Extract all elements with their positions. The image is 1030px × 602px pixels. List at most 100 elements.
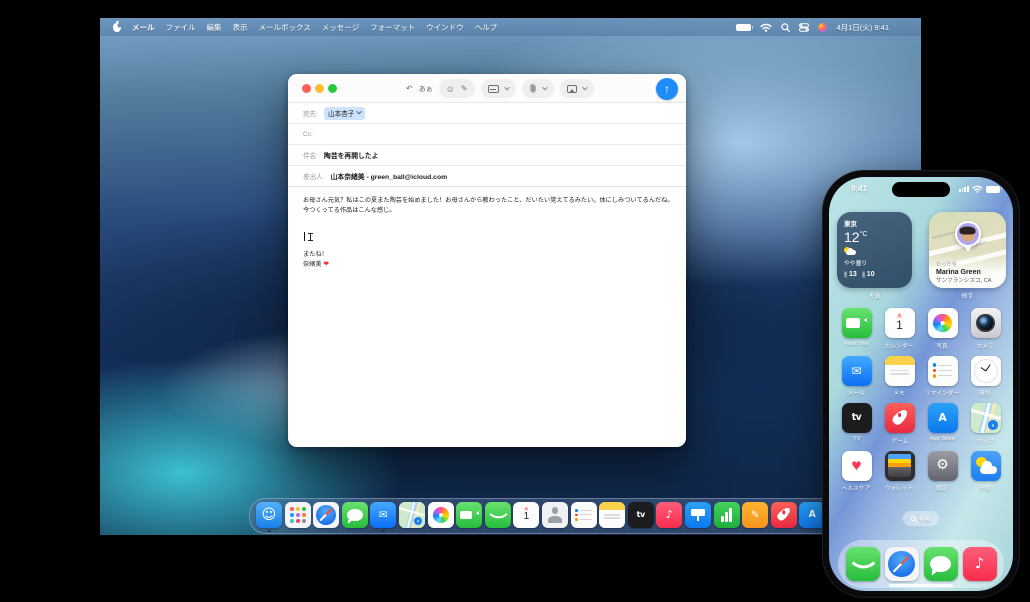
to-label: 宛先:	[303, 108, 318, 118]
menu-item[interactable]: フォーマット	[370, 22, 415, 33]
window-titlebar[interactable]: ↶ あぁ ☺ ✎	[288, 74, 686, 103]
menu-bar-clock[interactable]: 4月1日(火) 9:41	[836, 22, 889, 33]
dock-icon-facetime[interactable]	[456, 501, 482, 531]
subject-value: 陶芸を再開したよ	[324, 150, 378, 160]
iphone-app-health[interactable]: ♥ヘルスケア	[835, 451, 878, 499]
subject-field[interactable]: 件名: 陶芸を再開したよ	[288, 145, 686, 166]
iphone-dock-messages[interactable]	[924, 547, 958, 581]
iphone-app-maps[interactable]: マップ	[964, 403, 1007, 451]
dock-icon-messages[interactable]	[342, 501, 368, 531]
menu-item[interactable]: ファイル	[166, 22, 196, 33]
app-label: 写真	[937, 341, 948, 350]
iphone-dock-safari[interactable]	[885, 547, 919, 581]
iphone-app-clock[interactable]: 時計	[964, 356, 1007, 404]
apple-menu-icon[interactable]	[113, 23, 121, 32]
iphone-app-camera[interactable]: カメラ	[964, 308, 1007, 356]
dock-icon-games[interactable]	[771, 501, 797, 531]
send-button[interactable]: ↑	[656, 78, 678, 100]
iphone-app-reminders[interactable]: リマインダー	[921, 356, 964, 404]
dock-icon-mail[interactable]: ✉	[370, 501, 396, 531]
insert-photo-button[interactable]	[560, 79, 594, 98]
music-app-icon: ♪	[656, 502, 682, 528]
menu-item[interactable]: 表示	[233, 22, 248, 33]
iphone-app-wallet[interactable]: ウォレット	[878, 451, 921, 499]
dock-icon-keynote[interactable]	[685, 501, 711, 531]
messages-app-icon	[342, 502, 368, 528]
close-button[interactable]	[302, 84, 311, 93]
cellular-signal-icon	[959, 186, 969, 193]
dock-icon-contacts[interactable]	[542, 501, 568, 531]
iphone-app-weather[interactable]: 天気	[964, 451, 1007, 499]
message-body[interactable]: お母さん元気？私はこの夏また陶芸を始めました！お母さんから教わったこと、だいたい…	[303, 190, 674, 441]
iphone-app-photos[interactable]: 写真	[921, 308, 964, 356]
iphone-app-settings[interactable]: ⚙設定	[921, 451, 964, 499]
writing-tools-button[interactable]: ✎	[461, 84, 468, 93]
wifi-icon[interactable]	[760, 23, 772, 32]
menu-item[interactable]: メッセージ	[322, 22, 359, 33]
iphone-dock-phone[interactable]	[846, 547, 880, 581]
battery-icon[interactable]	[736, 24, 751, 31]
dock-icon-tv[interactable]: tv	[628, 501, 654, 531]
from-field[interactable]: 差出人: 山本奈緒美 - green_ball@icloud.com	[288, 166, 686, 187]
menu-item[interactable]: メールボックス	[259, 22, 311, 33]
iphone-app-facetime[interactable]: FaceTime	[835, 308, 878, 356]
dock-icon-pages[interactable]: ✎	[742, 501, 768, 531]
menu-item[interactable]: 編集	[207, 22, 222, 33]
dock-icon-calendar[interactable]: 火1	[513, 501, 539, 531]
undo-button[interactable]: ↶	[406, 84, 413, 93]
cc-field[interactable]: Cc:	[288, 124, 686, 145]
app-label: ヘルスケア	[842, 483, 871, 492]
app-label: ゲーム	[891, 436, 908, 445]
phone-app-icon	[485, 502, 511, 528]
emoji-button[interactable]: ☺	[446, 84, 455, 94]
dock-icon-finder[interactable]: ☺	[256, 501, 282, 531]
menu-bar-left: メールファイル編集表示メールボックスメッセージフォーマットウインドウヘルプ	[100, 22, 497, 33]
dock-icon-maps[interactable]	[399, 501, 425, 531]
minimize-button[interactable]	[315, 84, 324, 93]
home-indicator[interactable]	[889, 584, 953, 587]
dock-icon-phone[interactable]	[485, 501, 511, 531]
mac-dock: ☺✉火1tv♪✎A⚙↓	[249, 498, 921, 534]
apple-account-icon[interactable]	[818, 23, 827, 32]
attach-button[interactable]	[522, 79, 554, 98]
menu-item[interactable]: ウインドウ	[426, 22, 464, 33]
notes-app-icon	[885, 356, 915, 386]
dock-icon-photos[interactable]	[428, 501, 454, 531]
iphone-dock-music[interactable]: ♪	[963, 547, 997, 581]
iphone-app-games[interactable]: ゲーム	[878, 403, 921, 451]
dock-icon-numbers[interactable]	[714, 501, 740, 531]
emoji-writing-group: ☺ ✎	[439, 79, 475, 98]
phone-app-icon	[846, 547, 880, 581]
weather-widget[interactable]: 東京 12°C やや曇り 最高13 最低10	[837, 212, 912, 288]
iphone-app-notes[interactable]: メモ	[878, 356, 921, 404]
header-fields-button[interactable]	[481, 79, 516, 98]
menu-item[interactable]: メール	[132, 22, 155, 33]
format-button[interactable]: あぁ	[419, 84, 433, 94]
iphone-app-mail[interactable]: ✉メール	[835, 356, 878, 404]
control-center-icon[interactable]	[799, 23, 809, 32]
dock-icon-music[interactable]: ♪	[656, 501, 682, 531]
findmy-widget[interactable]: MARINA GREEN DR MARINA BLVD たった今 Marina …	[929, 212, 1006, 288]
iphone-app-tv[interactable]: tvTV	[835, 403, 878, 451]
dock-icon-safari[interactable]	[313, 501, 339, 531]
spotlight-search-icon[interactable]	[781, 23, 790, 32]
dock-icon-reminders[interactable]	[571, 501, 597, 531]
ibeam-cursor	[308, 233, 313, 241]
home-search-pill[interactable]: 検索	[903, 511, 939, 526]
recipient-token[interactable]: 山本杏子	[324, 107, 365, 120]
dock-icon-launchpad[interactable]	[285, 501, 311, 531]
iphone-app-calendar[interactable]: 火1カレンダー	[878, 308, 921, 356]
body-line: 奈緒美 ❤	[303, 260, 329, 271]
recipient-name: 山本杏子	[328, 108, 354, 118]
header-fields-icon	[488, 85, 499, 93]
menu-item[interactable]: ヘルプ	[475, 22, 498, 33]
to-field[interactable]: 宛先: 山本杏子	[288, 103, 686, 124]
tv-app-icon: tv	[842, 403, 872, 433]
iphone-clock: 9:41	[851, 184, 867, 193]
dock-icon-notes[interactable]	[599, 501, 625, 531]
app-label: マップ	[977, 436, 994, 445]
mail-app-icon: ✉	[842, 356, 872, 386]
iphone-app-appstore[interactable]: AApp Store	[921, 403, 964, 451]
zoom-button[interactable]	[328, 84, 337, 93]
calendar-app-icon: 火1	[513, 502, 539, 528]
